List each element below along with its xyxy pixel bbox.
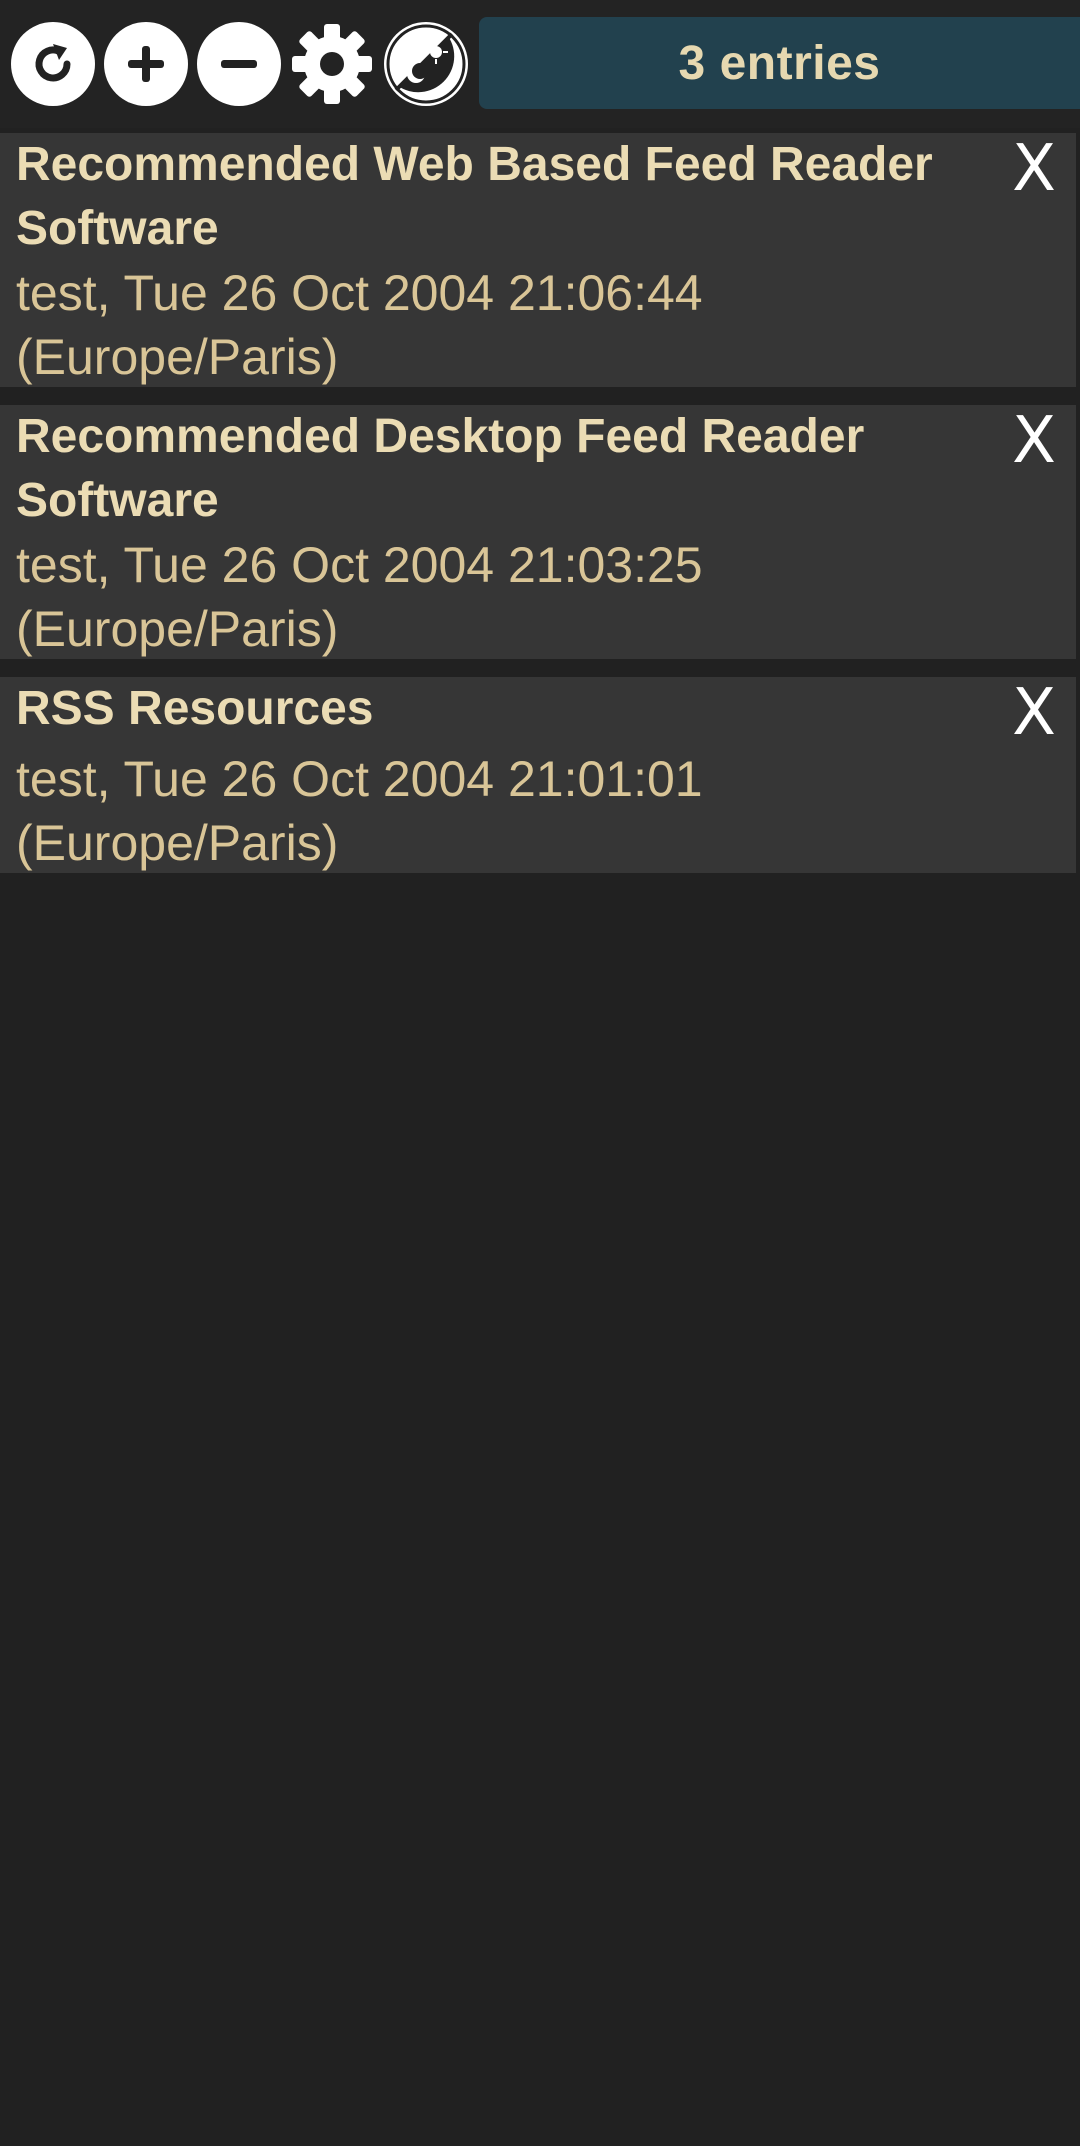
refresh-icon [35, 44, 71, 82]
delete-entry-button[interactable]: X [1004, 409, 1064, 473]
entry-meta: test, Tue 26 Oct 2004 21:01:01 (Europe/P… [16, 751, 703, 871]
list-item[interactable]: Recommended Desktop Feed Reader Software… [0, 405, 1076, 659]
plus-icon [128, 46, 164, 82]
add-feed-button[interactable] [104, 22, 188, 106]
list-item[interactable]: RSS Resources test, Tue 26 Oct 2004 21:0… [0, 677, 1076, 873]
refresh-button[interactable] [11, 22, 95, 106]
entry-title[interactable]: Recommended Web Based Feed Reader Softwa… [16, 133, 1006, 261]
remove-feed-button[interactable] [197, 22, 281, 106]
entry-title[interactable]: Recommended Desktop Feed Reader Software [16, 405, 1006, 533]
toolbar: 3 entries [0, 0, 1080, 128]
gear-icon [292, 24, 372, 104]
entry-meta: test, Tue 26 Oct 2004 21:03:25 (Europe/P… [16, 537, 703, 657]
theme-toggle-button[interactable] [384, 22, 468, 106]
entries-count-label: 3 entries [678, 36, 881, 90]
entries-count-badge: 3 entries [479, 17, 1080, 109]
delete-entry-button[interactable]: X [1004, 137, 1064, 201]
minus-icon [221, 60, 257, 68]
entry-meta: test, Tue 26 Oct 2004 21:06:44 (Europe/P… [16, 265, 703, 385]
theme-toggle-icon [386, 24, 466, 104]
entry-title[interactable]: RSS Resources [16, 677, 1006, 741]
delete-entry-button[interactable]: X [1004, 681, 1064, 745]
list-item[interactable]: Recommended Web Based Feed Reader Softwa… [0, 133, 1076, 387]
settings-button[interactable] [290, 22, 374, 106]
